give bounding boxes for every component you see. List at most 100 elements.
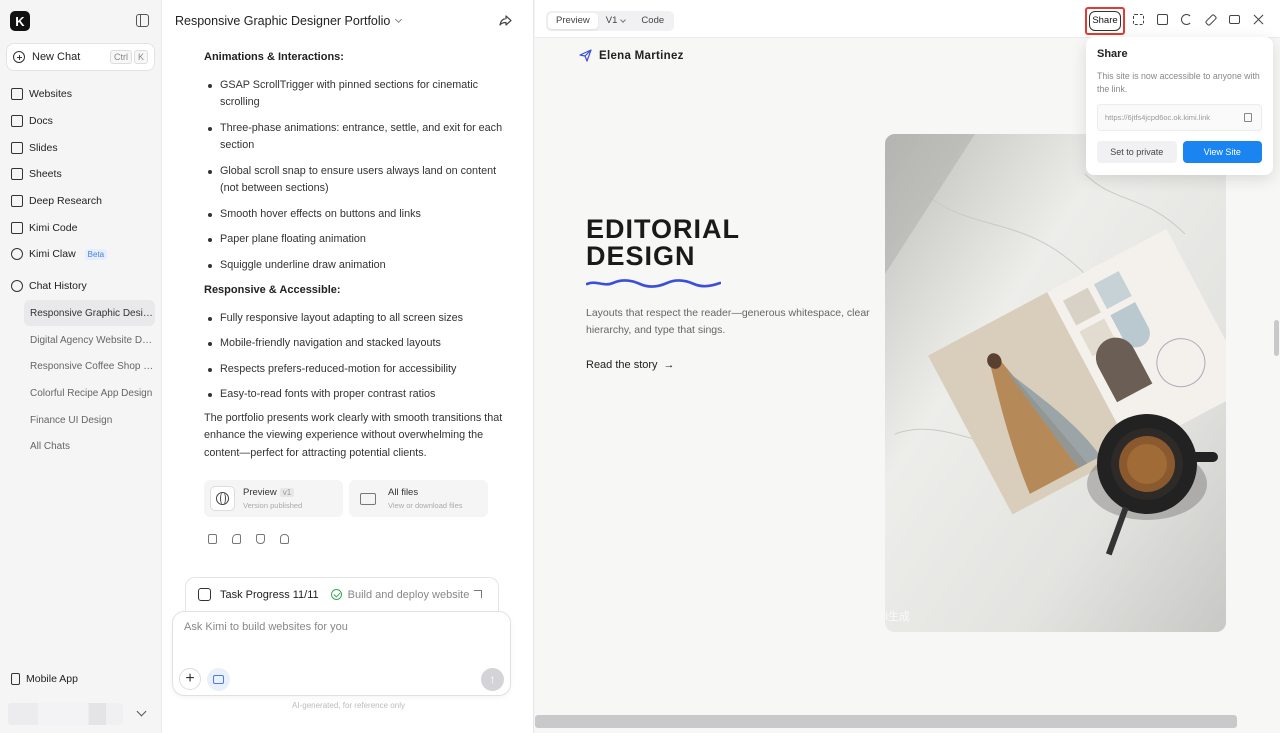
sidebar-item-deep-research[interactable]: Deep Research [11, 195, 102, 207]
user-profile[interactable] [8, 703, 123, 725]
sidebar-item-websites[interactable]: Websites [11, 88, 72, 100]
tab-code[interactable]: Code [633, 13, 672, 29]
list-item: Paper plane floating animation [204, 231, 514, 249]
list-item: Smooth hover effects on buttons and link… [204, 206, 514, 224]
assistant-message: Animations & Interactions: GSAP ScrollTr… [204, 49, 514, 462]
folder-icon [359, 492, 376, 505]
check-circle-icon [330, 589, 342, 600]
squiggle-underline [586, 279, 721, 288]
share-arrow-icon[interactable] [499, 15, 512, 26]
mobile-app-link[interactable]: Mobile App [11, 673, 78, 685]
deep-research-icon [11, 195, 23, 207]
section-heading: Responsive & Accessible: [204, 284, 341, 296]
vertical-scrollbar[interactable] [1274, 320, 1279, 356]
list-item: Fully responsive layout adapting to all … [204, 310, 514, 328]
list-item: Global scroll snap to ensure users alway… [204, 163, 514, 198]
hero-title: EDITORIAL DESIGN [586, 214, 741, 271]
phone-icon [11, 673, 20, 685]
hero-image [885, 134, 1226, 632]
sidebar-item-sheets[interactable]: Sheets [11, 168, 62, 180]
refresh-icon[interactable] [1181, 14, 1192, 25]
list-item: Easy-to-read fonts with proper contrast … [204, 386, 514, 404]
all-chats-link[interactable]: All Chats [24, 433, 155, 459]
view-site-button[interactable]: View Site [1182, 141, 1262, 163]
shortcut-hint: Ctrl K [109, 50, 148, 64]
plus-circle-icon [13, 51, 25, 63]
clock-icon [11, 280, 23, 292]
device-icon[interactable] [1157, 14, 1168, 25]
section-heading: Animations & Interactions: [204, 51, 344, 63]
chat-title[interactable]: Responsive Graphic Designer Portfolio [175, 14, 403, 28]
thumbs-down-icon[interactable] [280, 534, 289, 544]
copy-icon[interactable] [1244, 113, 1252, 122]
websites-icon [11, 88, 23, 100]
list-item: Respects prefers-reduced-motion for acce… [204, 361, 514, 379]
read-story-link[interactable]: Read the story → [586, 359, 675, 371]
chevron-down-icon [620, 16, 627, 23]
artifact-cards: Preview v1 Version published All files Vi… [204, 480, 488, 517]
chevron-down-icon [395, 15, 403, 24]
message-actions [208, 534, 289, 544]
slides-icon [11, 142, 23, 154]
history-item[interactable]: Finance UI Design [24, 407, 155, 433]
task-progress-bar[interactable]: Task Progress 11/11 Build and deploy web… [185, 577, 499, 611]
copy-icon[interactable] [208, 534, 217, 544]
popup-title: Share [1097, 48, 1128, 60]
sidebar-item-slides[interactable]: Slides [11, 142, 58, 154]
input-placeholder: Ask Kimi to build websites for you [184, 621, 348, 633]
chat-history-header[interactable]: Chat History [11, 280, 87, 292]
website-mode-button[interactable] [207, 668, 230, 691]
kimi-code-icon [11, 222, 23, 234]
sidebar-toggle-icon[interactable] [136, 14, 149, 27]
share-icon[interactable] [232, 534, 241, 544]
watermark: I生成 [885, 611, 911, 623]
history-item[interactable]: Colorful Recipe App Design [24, 380, 155, 406]
sidebar-item-kimi-claw[interactable]: Kimi Claw Beta [11, 248, 108, 260]
new-chat-button[interactable]: New Chat Ctrl K [6, 43, 155, 71]
sidebar-item-docs[interactable]: Docs [11, 115, 53, 127]
preview-card[interactable]: Preview v1 Version published [204, 480, 343, 517]
mail-icon[interactable] [1229, 15, 1240, 24]
share-link-field[interactable]: https://6jtfs4jcpd6oc.ok.kimi.link [1097, 104, 1262, 131]
close-icon[interactable] [1253, 14, 1264, 25]
share-popup: Share This site is now accessible to any… [1086, 37, 1273, 175]
chevron-down-icon[interactable] [136, 706, 147, 717]
new-chat-label: New Chat [32, 51, 81, 63]
browser-icon [213, 675, 224, 684]
history-item[interactable]: Responsive Coffee Shop W... [24, 353, 155, 379]
chat-input[interactable]: Ask Kimi to build websites for you + ↑ [172, 611, 511, 696]
task-icon [198, 588, 211, 601]
arrow-right-icon: → [663, 359, 675, 371]
feature-list: GSAP ScrollTrigger with pinned sections … [204, 77, 514, 275]
all-files-card[interactable]: All files View or download files [349, 480, 488, 517]
globe-icon [216, 492, 229, 505]
sidebar-item-kimi-code[interactable]: Kimi Code [11, 222, 77, 234]
kimi-claw-icon [11, 248, 23, 260]
set-private-button[interactable]: Set to private [1097, 141, 1177, 163]
horizontal-scrollbar[interactable] [535, 715, 1237, 728]
preview-toolbar: Preview V1 Code Share [535, 0, 1280, 38]
fullscreen-icon[interactable] [1133, 14, 1144, 25]
version-select[interactable]: V1 [598, 13, 634, 29]
send-button[interactable]: ↑ [481, 668, 504, 691]
list-item: Three-phase animations: entrance, settle… [204, 120, 514, 155]
sidebar: K New Chat Ctrl K Websites Docs Slides S… [0, 0, 161, 733]
site-brand[interactable]: Elena Martinez [579, 49, 684, 62]
history-item[interactable]: Digital Agency Website De... [24, 327, 155, 353]
edit-icon[interactable] [1204, 13, 1218, 27]
history-item[interactable]: Responsive Graphic Design... [24, 300, 155, 326]
disclaimer: AI-generated, for reference only [292, 701, 405, 710]
add-attachment-button[interactable]: + [179, 668, 201, 690]
beta-badge: Beta [84, 248, 108, 260]
thumbs-up-icon[interactable] [256, 534, 265, 544]
tab-preview[interactable]: Preview [548, 13, 598, 29]
summary-text: The portfolio presents work clearly with… [204, 411, 503, 459]
list-item: Squiggle underline draw animation [204, 257, 514, 275]
expand-icon[interactable] [474, 590, 482, 598]
preview-panel: Preview V1 Code Share Elena Martinez EDI… [535, 0, 1280, 733]
share-highlight [1085, 7, 1125, 35]
popup-description: This site is now accessible to anyone wi… [1097, 71, 1260, 94]
kimi-logo[interactable]: K [10, 11, 30, 31]
sheets-icon [11, 168, 23, 180]
paper-plane-icon [579, 49, 592, 62]
